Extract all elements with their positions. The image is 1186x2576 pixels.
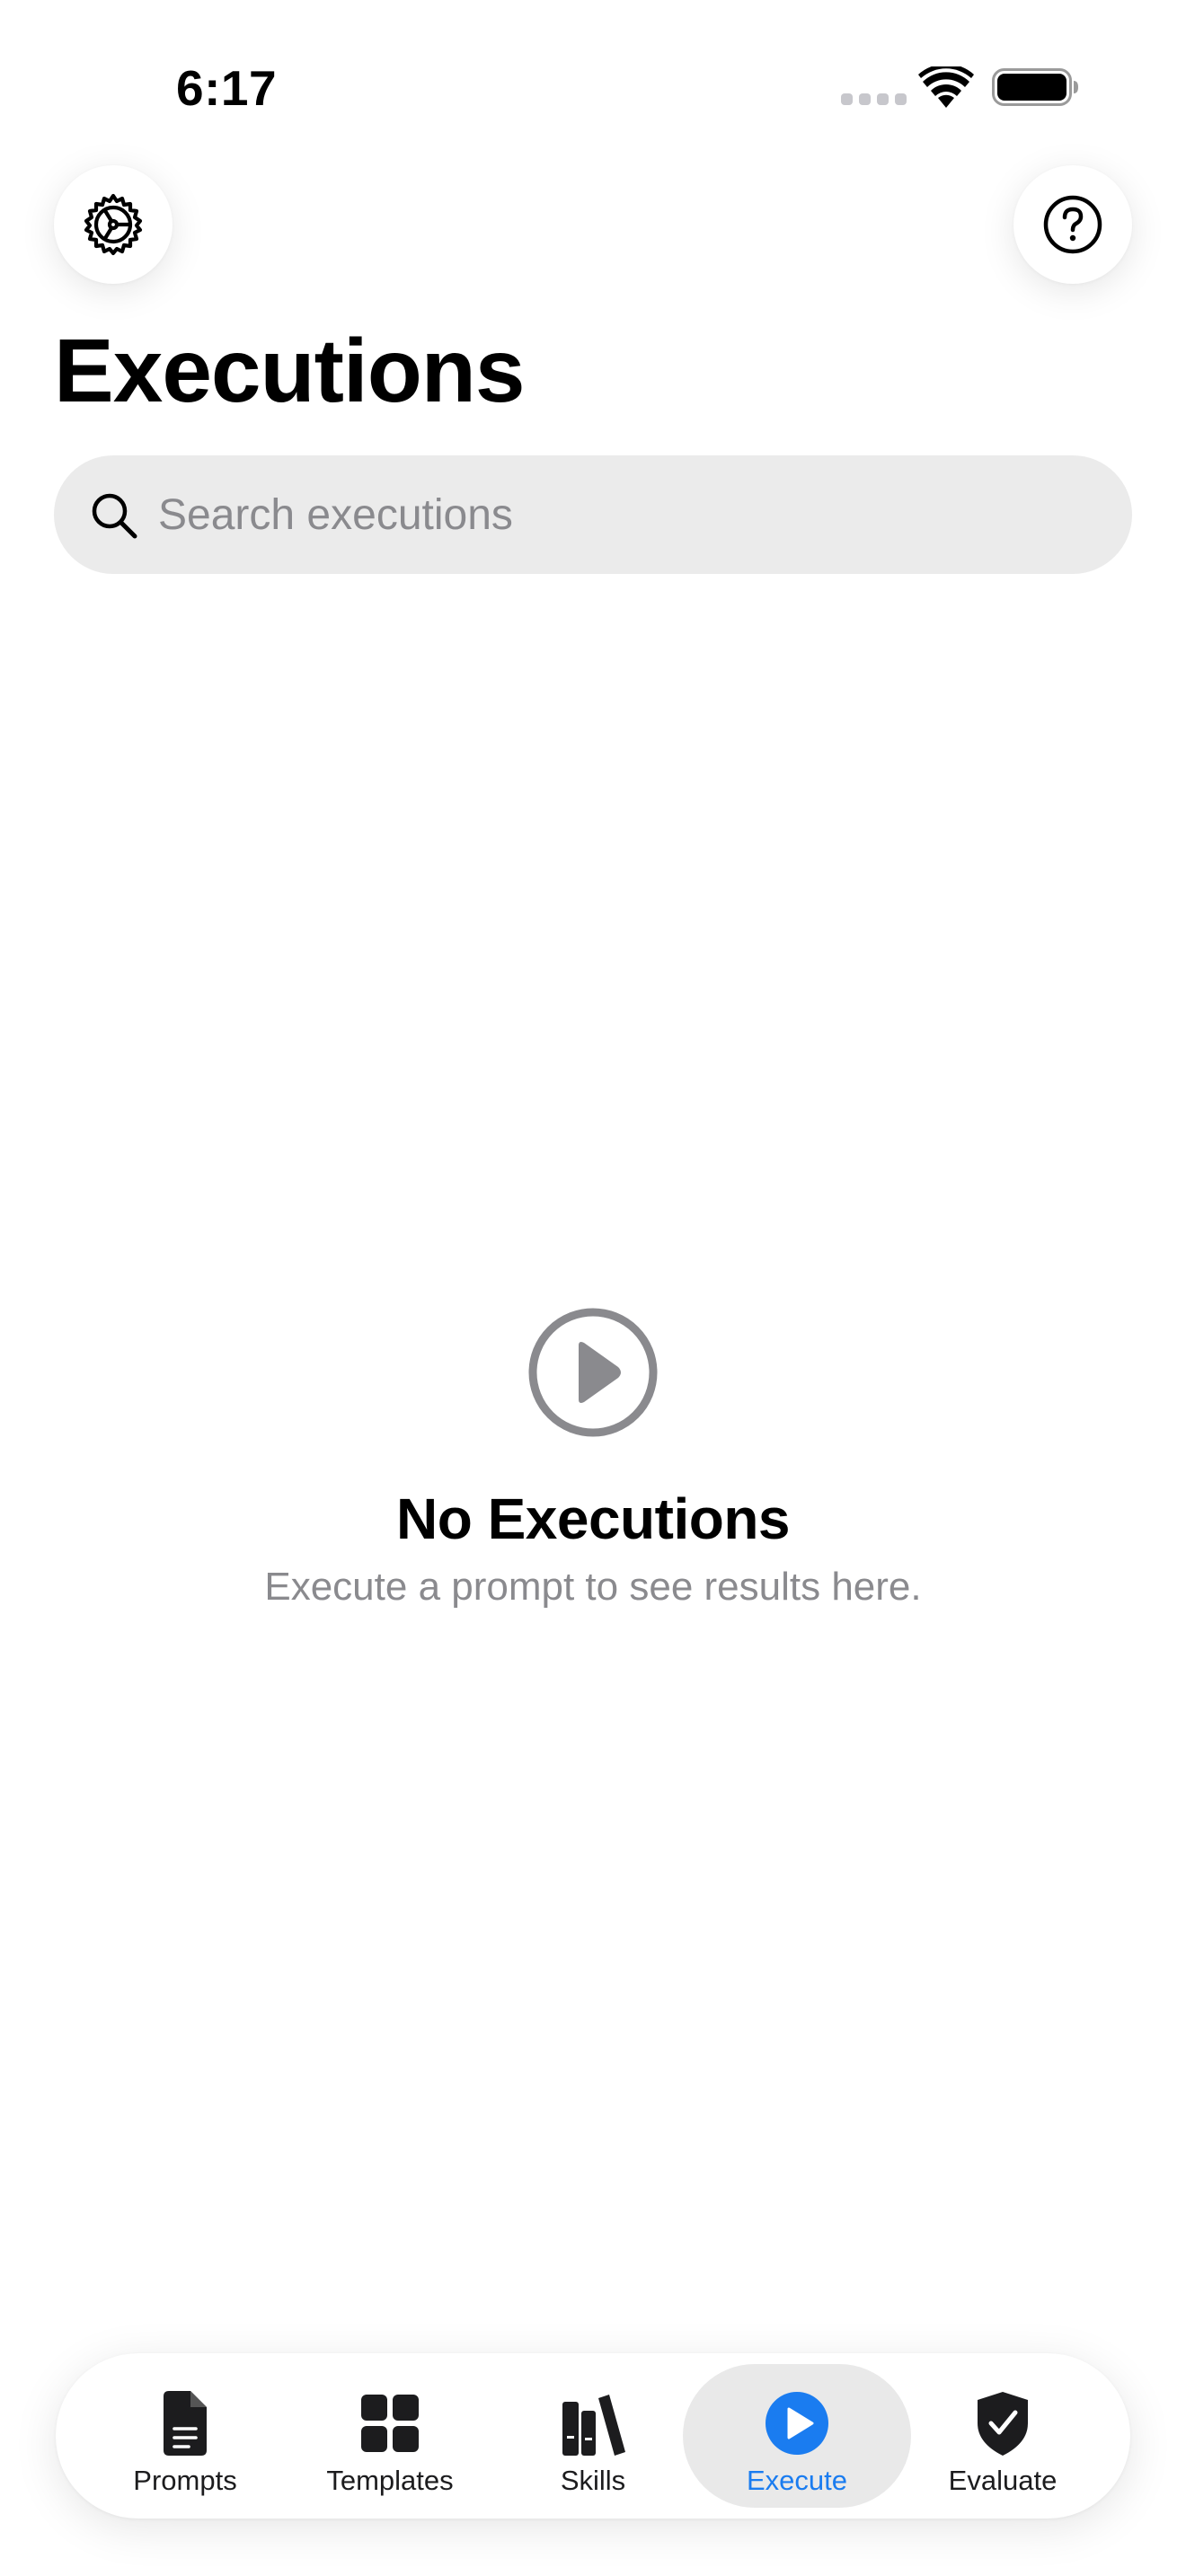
page-title: Executions [54,321,525,421]
tab-templates[interactable]: Templates [288,2364,492,2508]
tab-label: Templates [326,2465,454,2496]
play-circle-icon [528,1308,658,1437]
tab-execute[interactable]: Execute [683,2364,911,2508]
tab-bar: Prompts Templates Skills Execute Evaluat… [56,2353,1130,2519]
executions-screen: 6:17 Executions Search executions No Exe… [0,0,1186,2576]
search-bar[interactable] [54,455,1132,574]
search-input[interactable] [158,455,1093,574]
shield-check-icon [978,2392,1028,2456]
tab-skills[interactable]: Skills [491,2364,695,2508]
document-icon [164,2391,207,2456]
settings-button[interactable] [54,165,173,284]
tab-label: Skills [560,2465,626,2496]
tab-label: Evaluate [948,2465,1058,2496]
help-button[interactable] [1013,165,1132,284]
wifi-icon [918,66,974,108]
grid-icon [361,2395,419,2452]
play-icon [766,2392,828,2455]
question-circle-icon [1043,195,1102,254]
battery-icon [992,68,1078,106]
tab-prompts[interactable]: Prompts [83,2364,288,2508]
status-time: 6:17 [176,60,278,116]
cellular-signal-icon [841,93,907,105]
tab-label: Execute [746,2465,847,2496]
empty-state-title: No Executions [395,1486,791,1551]
gear-icon [84,193,143,256]
empty-state: No Executions Execute a prompt to see re… [0,1306,1186,1610]
search-icon [92,493,137,539]
tab-evaluate[interactable]: Evaluate [900,2364,1105,2508]
empty-state-subtitle: Execute a prompt to see results here. [264,1565,922,1609]
books-icon [562,2395,625,2456]
status-bar: 6:17 [0,0,1186,171]
tab-label: Prompts [133,2465,237,2496]
